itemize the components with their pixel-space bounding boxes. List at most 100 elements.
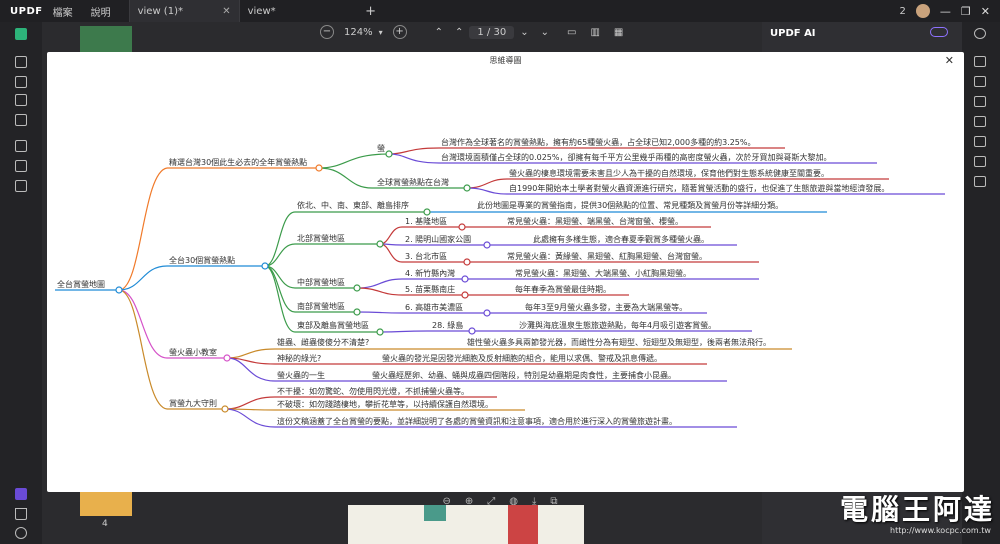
email-icon[interactable]: [974, 156, 986, 167]
mindmap-node[interactable]: 雄蟲、雌蟲傻傻分不清楚?: [277, 337, 369, 347]
node-dot[interactable]: [468, 327, 476, 335]
node-dot[interactable]: [461, 275, 469, 283]
mindmap-leaf[interactable]: 這份文稿涵蓋了全台賞螢的要點，並詳細說明了各處的賞螢資訊和注意事項，適合用於進行…: [277, 416, 677, 426]
layout-icon[interactable]: ▥: [590, 27, 599, 38]
batch-icon[interactable]: [974, 96, 986, 107]
mindmap-node[interactable]: 螢火蟲的一生: [277, 370, 325, 380]
chevron-down-icon[interactable]: ▾: [379, 28, 383, 37]
mindmap-node[interactable]: 螢: [377, 143, 385, 153]
menu-file[interactable]: 檔案: [53, 4, 73, 19]
mindmap-leaf[interactable]: 雄性螢火蟲多具兩節發光器，而雌性分為有翅型、短翅型及無翅型，後兩者無法飛行。: [467, 337, 771, 347]
mindmap-node[interactable]: 北部賞螢地區: [297, 233, 345, 243]
minimize-icon[interactable]: —: [940, 5, 951, 18]
node-dot[interactable]: [423, 208, 431, 216]
mindmap-leaf[interactable]: 每年3至9月螢火蟲多發，主要為大端黑螢等。: [525, 302, 687, 312]
mindmap-leaf[interactable]: 不干擾：如勿驚蛇、勿使用閃光燈，不抓捕螢火蟲等。: [277, 386, 469, 396]
edit-icon[interactable]: [15, 28, 27, 40]
search-icon[interactable]: [974, 28, 986, 39]
last-page-icon[interactable]: ⌄: [541, 27, 549, 38]
menu-help[interactable]: 說明: [91, 4, 111, 19]
layers-icon[interactable]: [15, 180, 27, 192]
prev-page-icon[interactable]: ⌃: [455, 27, 463, 38]
attachment-icon[interactable]: [15, 527, 27, 539]
mindmap-node[interactable]: 4. 新竹縣內灣: [405, 268, 455, 278]
protect-right-icon[interactable]: [974, 116, 986, 127]
mindmap-node[interactable]: 6. 高雄市美濃區: [405, 302, 463, 312]
zoom-level[interactable]: 124%: [344, 27, 373, 38]
mindmap-leaf[interactable]: 每年春季為賞螢最佳時期。: [515, 284, 611, 294]
mindmap-node[interactable]: 28. 綠島: [432, 320, 463, 330]
mindmap-branch[interactable]: 精選台灣30個此生必去的全年賞螢熱點: [169, 157, 307, 167]
mindmap-leaf[interactable]: 螢火蟲的發光是因發光細胞及反射細胞的組合，能用以求偶、警戒及訊息傳遞。: [382, 353, 662, 363]
ai-icon[interactable]: [15, 488, 27, 500]
comment-icon[interactable]: [15, 56, 27, 68]
avatar[interactable]: [915, 4, 930, 18]
new-tab-icon[interactable]: +: [361, 4, 381, 19]
page-icon[interactable]: [15, 76, 27, 88]
node-dot[interactable]: [458, 223, 466, 231]
zoom-in-icon[interactable]: +: [392, 25, 407, 39]
node-dot[interactable]: [353, 308, 361, 316]
bookmark-icon[interactable]: [15, 508, 27, 520]
save-icon[interactable]: [974, 176, 986, 187]
mindmap-leaf[interactable]: 常見螢火蟲：黑翅螢、端黑螢、台灣窗螢、櫻螢。: [507, 216, 683, 226]
node-dot[interactable]: [463, 258, 471, 266]
mindmap-leaf[interactable]: 台灣環境面積僅占全球的0.025%，卻擁有每千平方公里幾乎兩種的高密度螢火蟲，次…: [441, 152, 832, 162]
mindmap-node[interactable]: 中部賞螢地區: [297, 277, 345, 287]
mindmap-leaf[interactable]: 常見螢火蟲：黑翅螢、大端黑螢、小紅胸黑翅螢。: [515, 268, 691, 278]
node-dot[interactable]: [376, 328, 384, 336]
grid-icon[interactable]: ▦: [614, 27, 623, 38]
mindmap-leaf[interactable]: 螢火蟲經歷卵、幼蟲、蛹與成蟲四個階段，特別是幼蟲期是肉食性，主要捕食小昆蟲。: [372, 370, 676, 380]
tab-view-2[interactable]: view*: [238, 0, 357, 22]
node-dot[interactable]: [221, 405, 229, 413]
node-dot[interactable]: [261, 262, 269, 270]
tab-view-1[interactable]: view (1)* ✕: [128, 0, 239, 22]
node-dot[interactable]: [461, 291, 469, 299]
node-dot[interactable]: [353, 284, 361, 292]
close-window-icon[interactable]: ✕: [981, 5, 990, 18]
mindmap-leaf[interactable]: 螢火蟲的棲息環境需要未害且少人為干擾的自然環境，保育他們對生態系統健康至關重要。: [509, 168, 829, 178]
organize-icon[interactable]: [15, 94, 27, 106]
node-dot[interactable]: [385, 150, 393, 158]
node-dot[interactable]: [463, 184, 471, 192]
mindmap-node[interactable]: 2. 陽明山國家公園: [405, 234, 471, 244]
ocr-icon[interactable]: [974, 56, 986, 67]
mindmap-leaf[interactable]: 此份地圖是專業的賞螢指南，提供30個熱點的位置、常見種類及賞螢月份等詳細分類。: [477, 200, 783, 210]
mindmap-node[interactable]: 1. 基隆地區: [405, 216, 447, 226]
mindmap-leaf[interactable]: 自1990年開始本土學者對螢火蟲資源進行研究，隨著賞螢活動的盛行，也促進了生態旅…: [509, 183, 889, 193]
share-icon[interactable]: [974, 136, 986, 147]
page-indicator[interactable]: 1 / 30: [469, 25, 515, 39]
node-dot[interactable]: [483, 309, 491, 317]
mindmap-leaf[interactable]: 此處擁有多樣生態，適合春夏季觀賞多種螢火蟲。: [533, 234, 709, 244]
close-icon[interactable]: ✕: [222, 6, 230, 17]
page-thumbnail[interactable]: [80, 26, 132, 52]
zoom-out-icon[interactable]: −: [320, 25, 334, 39]
mindmap-branch[interactable]: 螢火蟲小教室: [169, 347, 217, 357]
mindmap-branch[interactable]: 賞螢九大守則: [169, 398, 217, 408]
mindmap-root[interactable]: 全台賞螢地圖: [57, 279, 105, 289]
node-dot[interactable]: [483, 241, 491, 249]
restore-icon[interactable]: ❐: [961, 5, 971, 18]
node-dot[interactable]: [376, 240, 384, 248]
protect-icon[interactable]: [15, 160, 27, 172]
mindmap-node[interactable]: 依北、中、南、東部、離島排序: [297, 200, 409, 210]
mindmap-leaf[interactable]: 沙灘與海底溫泉生態旅遊熱點，每年4月吸引遊客賞螢。: [519, 320, 716, 330]
first-page-icon[interactable]: ⌃: [435, 27, 443, 38]
node-dot[interactable]: [115, 286, 123, 294]
convert-right-icon[interactable]: [974, 76, 986, 87]
page-thumbnail[interactable]: [80, 492, 132, 516]
mindmap-node[interactable]: 神秘的綠光?: [277, 353, 321, 363]
next-page-icon[interactable]: ⌄: [520, 27, 528, 38]
present-icon[interactable]: ▭: [567, 27, 576, 38]
mindmap-node[interactable]: 東部及離島賞螢地區: [297, 320, 369, 330]
mindmap-node[interactable]: 3. 台北市區: [405, 251, 447, 261]
form-icon[interactable]: [15, 114, 27, 126]
convert-icon[interactable]: [15, 140, 27, 152]
node-dot[interactable]: [223, 354, 231, 362]
mindmap-node[interactable]: 5. 苗栗縣南庄: [405, 284, 455, 294]
mindmap-node[interactable]: 全球賞螢熱點在台灣: [377, 177, 449, 187]
mindmap-leaf[interactable]: 常見螢火蟲：黃緣螢、黑翅螢、紅胸黑翅螢、台灣窗螢。: [507, 251, 707, 261]
mindmap-leaf[interactable]: 不破壞：如勿踐踏棲地，攀折花草等，以持續保護自然環境。: [277, 399, 493, 409]
node-dot[interactable]: [315, 164, 323, 172]
mindmap-branch[interactable]: 全台30個賞螢熱點: [169, 255, 235, 265]
